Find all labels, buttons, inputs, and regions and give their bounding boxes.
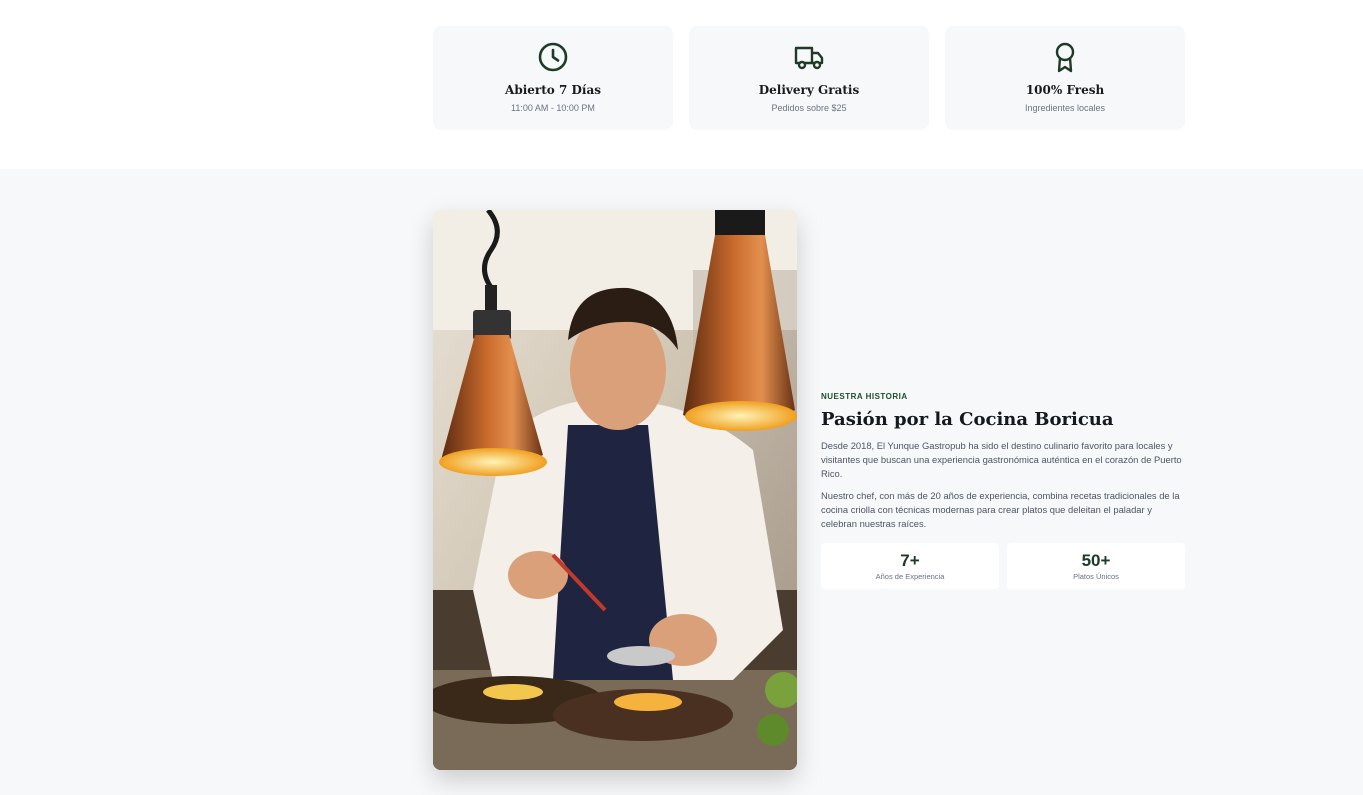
section-heading: Pasión por la Cocina Boricua	[821, 409, 1114, 430]
stat-label: Platos Únicos	[1073, 572, 1119, 581]
feature-title: Abierto 7 Días	[505, 83, 601, 97]
features-section: Abierto 7 Días 11:00 AM - 10:00 PM Deliv…	[0, 0, 1363, 169]
feature-card-hours: Abierto 7 Días 11:00 AM - 10:00 PM	[433, 26, 673, 130]
stat-value: 50+	[1081, 551, 1111, 570]
story-paragraph: Nuestro chef, con más de 20 años de expe…	[821, 490, 1180, 529]
story-paragraph: Desde 2018, El Yunque Gastropub ha sido …	[821, 440, 1182, 479]
stat-label: Años de Experiencia	[875, 572, 945, 581]
chef-plating-image	[433, 210, 797, 770]
feature-subtitle: Pedidos sobre $25	[771, 103, 847, 113]
award-icon	[1055, 42, 1075, 73]
feature-card-delivery: Delivery Gratis Pedidos sobre $25	[689, 26, 929, 130]
feature-title: 100% Fresh	[1025, 83, 1105, 97]
stat-card-dishes: 50+ Platos Únicos	[1007, 543, 1185, 589]
feature-card-fresh: 100% Fresh Ingredientes locales	[945, 26, 1185, 130]
chef-photo	[433, 210, 797, 770]
section-eyebrow: NUESTRA HISTORIA	[821, 392, 908, 401]
clock-icon	[538, 42, 568, 72]
truck-icon	[794, 46, 824, 70]
stat-value: 7+	[900, 551, 920, 570]
feature-subtitle: Ingredientes locales	[1024, 103, 1106, 113]
stat-card-experience: 7+ Años de Experiencia	[821, 543, 999, 589]
feature-title: Delivery Gratis	[758, 83, 860, 97]
feature-subtitle: 11:00 AM - 10:00 PM	[511, 103, 595, 113]
story-section: NUESTRA HISTORIA Pasión por la Cocina Bo…	[0, 169, 1363, 795]
